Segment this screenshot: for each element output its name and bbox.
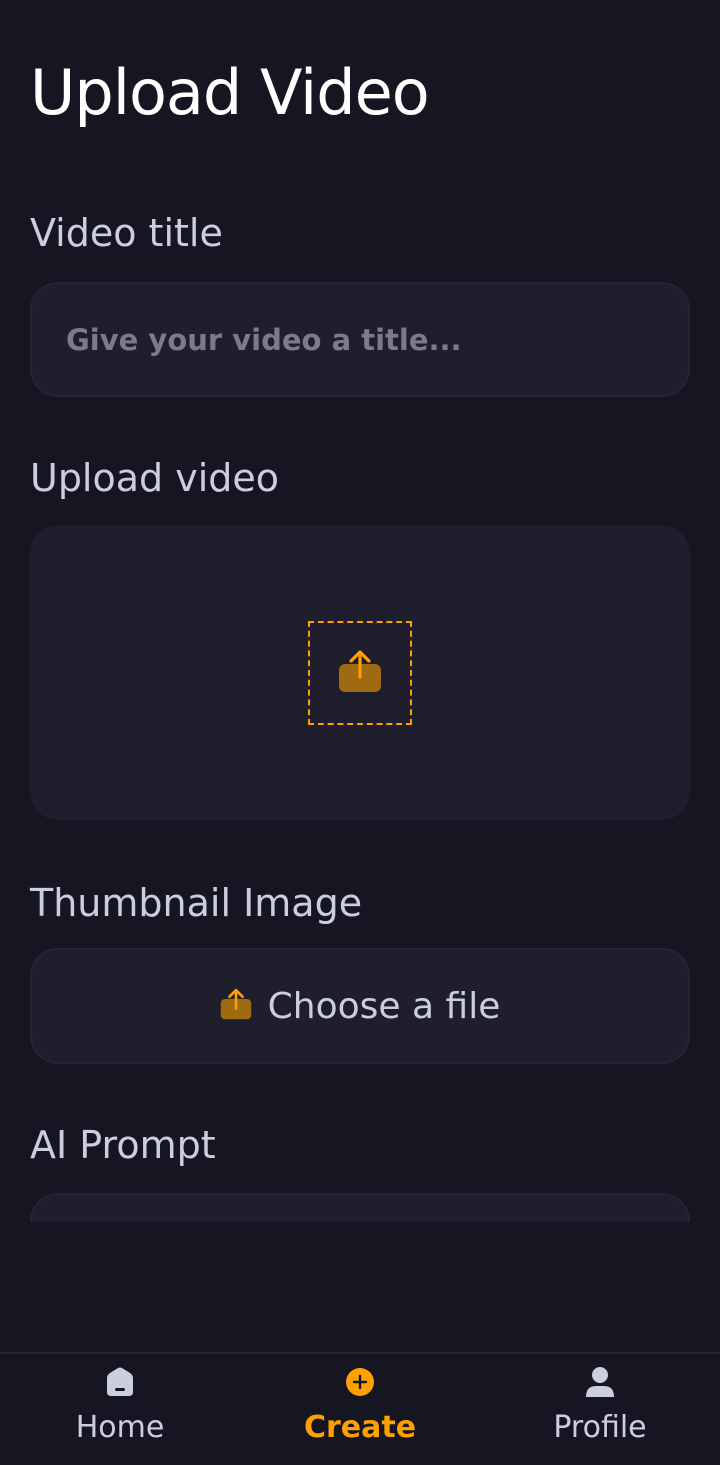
tab-create-label: Create xyxy=(303,1410,417,1445)
content-cutoff xyxy=(0,1222,720,1354)
upload-icon xyxy=(220,987,252,1026)
video-title-input[interactable] xyxy=(64,321,688,358)
tab-home[interactable]: Home xyxy=(0,1354,240,1465)
home-icon xyxy=(104,1366,136,1398)
upload-video-screen: Upload Video Video title Upload video Th… xyxy=(0,0,720,1465)
tab-profile[interactable]: Profile xyxy=(480,1354,720,1465)
bottom-tab-bar: Home Create Profile xyxy=(0,1352,720,1465)
upload-video-label: Upload video xyxy=(30,456,280,500)
page-title: Upload Video xyxy=(30,56,430,129)
video-upload-dropzone[interactable] xyxy=(30,526,690,820)
choose-file-label: Choose a file xyxy=(267,985,501,1027)
upload-icon xyxy=(338,648,382,699)
ai-prompt-label: AI Prompt xyxy=(30,1123,216,1167)
tab-home-label: Home xyxy=(75,1410,165,1445)
tab-profile-label: Profile xyxy=(553,1410,647,1445)
profile-icon xyxy=(584,1366,616,1398)
thumbnail-label: Thumbnail Image xyxy=(30,881,363,925)
video-title-label: Video title xyxy=(30,211,223,255)
choose-file-button[interactable]: Choose a file xyxy=(30,948,690,1064)
upload-dashed-box[interactable] xyxy=(308,621,412,725)
tab-create[interactable]: Create xyxy=(240,1354,480,1465)
video-title-field[interactable] xyxy=(30,282,690,397)
plus-circle-icon xyxy=(345,1366,375,1398)
